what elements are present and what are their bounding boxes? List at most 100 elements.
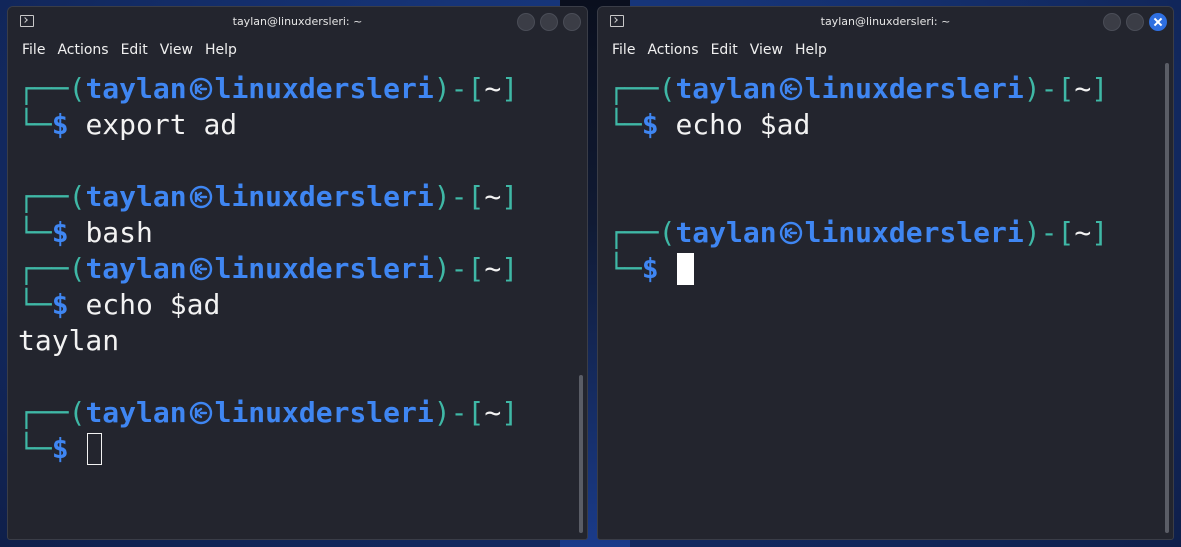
prompt-user: taylan — [85, 72, 187, 105]
prompt-frame-mid: )-[ — [1023, 72, 1075, 105]
prompt-frame-mid: )-[ — [1023, 216, 1075, 249]
kali-dragon-icon — [779, 218, 803, 245]
command-text: echo $ad — [85, 288, 221, 321]
prompt-user: taylan — [85, 396, 187, 429]
prompt-host: linuxdersleri — [804, 216, 1024, 249]
maximize-button[interactable] — [540, 13, 558, 31]
text-cursor[interactable] — [87, 433, 103, 465]
menu-view[interactable]: View — [750, 42, 783, 58]
menu-file[interactable]: File — [22, 42, 45, 58]
active-prompt-line: └─$ — [608, 251, 695, 287]
command-text: export ad — [85, 108, 238, 141]
prompt-frame-close: ] — [501, 72, 519, 105]
prompt-header-line: ┌──(taylan linuxdersleri)-[~] — [608, 215, 1108, 251]
prompt-dollar: $ — [51, 432, 69, 465]
kali-dragon-icon — [779, 74, 803, 101]
titlebar[interactable]: taylan@linuxdersleri: ~ — [598, 7, 1173, 37]
text-cursor[interactable] — [677, 253, 695, 285]
menu-help[interactable]: Help — [205, 42, 237, 58]
prompt-user: taylan — [85, 252, 187, 285]
kali-dragon-icon — [189, 254, 213, 281]
prompt-frame-mid: )-[ — [433, 72, 485, 105]
close-button[interactable] — [1149, 13, 1167, 31]
prompt-user: taylan — [675, 216, 777, 249]
prompt-corner: └─ — [608, 252, 642, 285]
prompt-cwd: ~ — [1074, 216, 1092, 249]
menu-file[interactable]: File — [612, 42, 635, 58]
prompt-frame-open: ┌──( — [18, 396, 86, 429]
prompt-cwd: ~ — [484, 72, 502, 105]
command-line: └─$ echo $ad — [18, 287, 220, 323]
prompt-cwd: ~ — [484, 252, 502, 285]
window-title: taylan@linuxdersleri: ~ — [232, 15, 363, 28]
prompt-frame-open: ┌──( — [18, 180, 86, 213]
kali-dragon-icon — [189, 398, 213, 425]
prompt-frame-open: ┌──( — [608, 72, 676, 105]
menu-actions[interactable]: Actions — [647, 42, 698, 58]
prompt-frame-close: ] — [1091, 72, 1109, 105]
prompt-dollar: $ — [51, 288, 69, 321]
prompt-frame-close: ] — [501, 180, 519, 213]
window-title: taylan@linuxdersleri: ~ — [820, 15, 951, 28]
prompt-frame-open: ┌──( — [18, 252, 86, 285]
terminal-window-left[interactable]: taylan@linuxdersleri: ~ File Actions Edi… — [7, 6, 588, 540]
menu-edit[interactable]: Edit — [121, 42, 148, 58]
prompt-frame-open: ┌──( — [608, 216, 676, 249]
prompt-frame-mid: )-[ — [433, 396, 485, 429]
output-text: taylan — [18, 324, 120, 357]
menubar: File Actions Edit View Help — [8, 37, 587, 63]
scrollbar[interactable] — [1165, 63, 1169, 533]
prompt-corner: └─ — [608, 108, 642, 141]
menu-edit[interactable]: Edit — [711, 42, 738, 58]
prompt-corner: └─ — [18, 288, 52, 321]
prompt-frame-mid: )-[ — [433, 180, 485, 213]
prompt-dollar: $ — [51, 216, 69, 249]
prompt-corner: └─ — [18, 108, 52, 141]
prompt-frame-close: ] — [501, 252, 519, 285]
prompt-frame-close: ] — [501, 396, 519, 429]
prompt-cwd: ~ — [484, 180, 502, 213]
terminal-window-right[interactable]: taylan@linuxdersleri: ~ File Actions Edi… — [597, 6, 1174, 540]
prompt-header-line: ┌──(taylan linuxdersleri)-[~] — [608, 71, 1108, 107]
prompt-header-line: ┌──(taylan linuxdersleri)-[~] — [18, 395, 518, 431]
prompt-user: taylan — [675, 72, 777, 105]
close-button[interactable] — [563, 13, 581, 31]
prompt-header-line: ┌──(taylan linuxdersleri)-[~] — [18, 179, 518, 215]
prompt-host: linuxdersleri — [214, 180, 434, 213]
prompt-cwd: ~ — [484, 396, 502, 429]
prompt-header-line: ┌──(taylan linuxdersleri)-[~] — [18, 71, 518, 107]
terminal-area[interactable]: ┌──(taylan linuxdersleri)-[~] └─$ export a… — [8, 63, 587, 539]
command-text: bash — [85, 216, 153, 249]
kali-dragon-icon — [189, 74, 213, 101]
titlebar[interactable]: taylan@linuxdersleri: ~ — [8, 7, 587, 37]
prompt-frame-open: ┌──( — [18, 72, 86, 105]
prompt-header-line: ┌──(taylan linuxdersleri)-[~] — [18, 251, 518, 287]
command-text: echo $ad — [675, 108, 811, 141]
scrollbar[interactable] — [579, 375, 583, 533]
prompt-dollar: $ — [641, 108, 659, 141]
command-line: └─$ echo $ad — [608, 107, 810, 143]
prompt-user: taylan — [85, 180, 187, 213]
prompt-dollar: $ — [641, 252, 659, 285]
command-output: taylan — [18, 323, 119, 359]
prompt-host: linuxdersleri — [214, 396, 434, 429]
menu-help[interactable]: Help — [795, 42, 827, 58]
menu-view[interactable]: View — [160, 42, 193, 58]
prompt-dollar: $ — [51, 108, 69, 141]
kali-dragon-icon — [189, 182, 213, 209]
menu-actions[interactable]: Actions — [57, 42, 108, 58]
terminal-area[interactable]: ┌──(taylan linuxdersleri)-[~] └─$ echo $ad… — [598, 63, 1173, 539]
prompt-frame-mid: )-[ — [433, 252, 485, 285]
prompt-frame-close: ] — [1091, 216, 1109, 249]
prompt-cwd: ~ — [1074, 72, 1092, 105]
prompt-host: linuxdersleri — [214, 252, 434, 285]
minimize-button[interactable] — [517, 13, 535, 31]
minimize-button[interactable] — [1103, 13, 1121, 31]
prompt-host: linuxdersleri — [214, 72, 434, 105]
prompt-corner: └─ — [18, 432, 52, 465]
maximize-button[interactable] — [1126, 13, 1144, 31]
command-line: └─$ bash — [18, 215, 153, 251]
prompt-corner: └─ — [18, 216, 52, 249]
menubar: File Actions Edit View Help — [598, 37, 1173, 63]
command-line: └─$ export ad — [18, 107, 237, 143]
